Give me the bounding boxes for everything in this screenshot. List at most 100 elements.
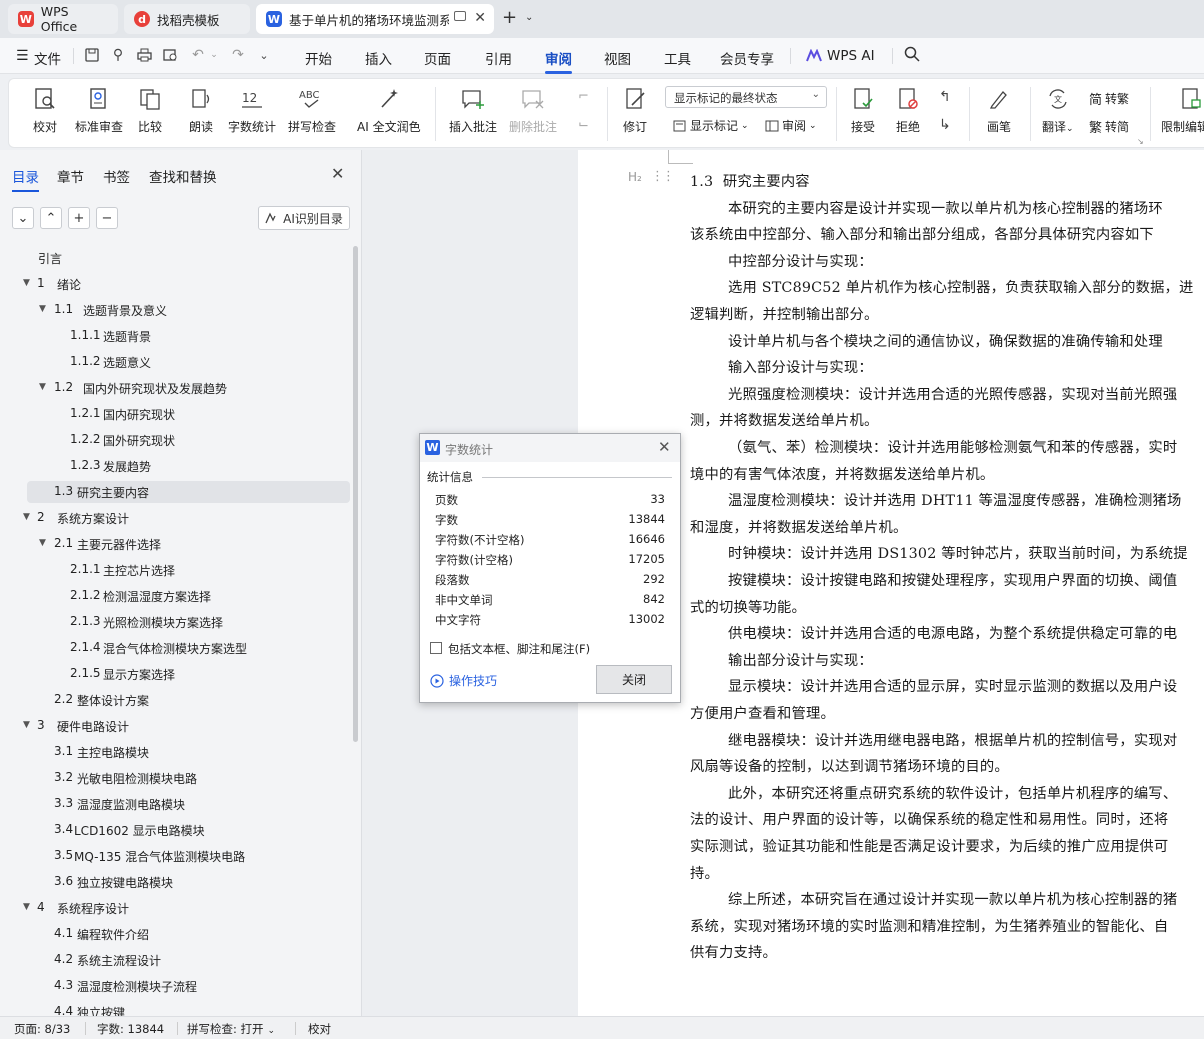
print-preview-icon[interactable]: [161, 46, 179, 64]
new-tab-icon[interactable]: +: [502, 9, 517, 27]
menu-review[interactable]: 审阅: [545, 48, 572, 74]
standard-review-button[interactable]: 标准审查: [75, 85, 123, 135]
read-aloud-button[interactable]: 朗读: [187, 85, 215, 135]
toc-item[interactable]: 2.1.5 显示方案选择: [0, 666, 350, 684]
scrollbar[interactable]: [353, 246, 358, 742]
close-icon[interactable]: ✕: [474, 10, 486, 26]
toc-item[interactable]: ▼ 4 系统程序设计: [0, 900, 350, 918]
next-comment-icon[interactable]: ⌙: [578, 117, 589, 132]
review-pane-button[interactable]: 审阅 ⌄: [765, 117, 817, 134]
menu-view[interactable]: 视图: [604, 48, 631, 68]
to-simplified-button[interactable]: 繁转简: [1089, 117, 1129, 136]
page-indicator[interactable]: 页面: 8/33: [14, 1021, 70, 1037]
insert-comment-button[interactable]: 插入批注: [449, 85, 497, 135]
share-icon[interactable]: ⚲: [109, 46, 127, 64]
previous-comment-icon[interactable]: ⌐: [578, 89, 589, 104]
remove-heading-button[interactable]: −: [96, 207, 118, 229]
reject-button[interactable]: 拒绝: [894, 85, 922, 135]
tab-find-replace[interactable]: 查找和替换: [149, 166, 217, 186]
expand-toggle-icon[interactable]: ▼: [23, 278, 30, 288]
ai-toc-button[interactable]: AI识别目录: [258, 206, 350, 230]
word-count-button[interactable]: 12 字数统计: [228, 85, 276, 135]
close-icon[interactable]: ✕: [331, 164, 344, 183]
toc-item[interactable]: 1.1.2 选题意义: [0, 354, 350, 372]
toc-item[interactable]: 3.4 LCD1602 显示电路模块: [0, 822, 350, 840]
toc-item[interactable]: 1.2.3 发展趋势: [0, 458, 350, 476]
delete-comment-button[interactable]: 删除批注: [509, 85, 557, 135]
proofread-button[interactable]: 校对: [31, 85, 59, 135]
collapse-all-button[interactable]: ⌄: [12, 207, 34, 229]
menu-member[interactable]: 会员专享: [720, 48, 774, 68]
expand-toggle-icon[interactable]: ▼: [23, 512, 30, 522]
tab-template[interactable]: d 找稻壳模板: [124, 4, 250, 34]
print-icon[interactable]: [135, 46, 153, 64]
expand-up-button[interactable]: ⌃: [40, 207, 62, 229]
toc-item[interactable]: ▼ 2 系统方案设计: [0, 510, 350, 528]
show-markup-button[interactable]: 显示标记 ⌄: [673, 117, 749, 134]
toc-item[interactable]: 1.3 研究主要内容: [0, 484, 350, 502]
toc-item[interactable]: ▼ 3 硬件电路设计: [0, 718, 350, 736]
toc-item[interactable]: 3.3 温湿度监测电路模块: [0, 796, 350, 814]
toc-item[interactable]: ▼ 1 绪论: [0, 276, 350, 294]
include-textbox-checkbox[interactable]: [430, 642, 442, 654]
expand-toggle-icon[interactable]: ▼: [23, 720, 30, 730]
hamburger-icon[interactable]: ☰: [16, 48, 29, 64]
translate-button[interactable]: 文 翻译⌄: [1042, 85, 1074, 135]
toc-item[interactable]: 4.1 编程软件介绍: [0, 926, 350, 944]
toc-item[interactable]: 3.1 主控电路模块: [0, 744, 350, 762]
spell-check-indicator[interactable]: 拼写检查: 打开 ⌄: [187, 1021, 275, 1037]
close-button[interactable]: 关闭: [596, 665, 672, 694]
to-traditional-button[interactable]: 简转繁: [1089, 89, 1129, 108]
next-change-icon[interactable]: ↳: [939, 117, 951, 133]
previous-change-icon[interactable]: ↰: [939, 89, 951, 105]
close-icon[interactable]: ✕: [658, 438, 671, 456]
drag-handle-icon[interactable]: ⋮⋮: [651, 169, 675, 184]
toc-item[interactable]: 2.1.2 检测温湿度方案选择: [0, 588, 350, 606]
restrict-edit-button[interactable]: 限制编辑: [1161, 85, 1204, 135]
pen-button[interactable]: 画笔: [985, 85, 1013, 135]
toc-item[interactable]: 1.2.1 国内研究现状: [0, 406, 350, 424]
search-icon[interactable]: [904, 46, 920, 65]
dialog-titlebar[interactable]: W 字数统计 ✕: [420, 434, 680, 462]
toc-item[interactable]: 3.5 MQ-135 混合气体监测模块电路: [0, 848, 350, 866]
spell-check-button[interactable]: ABC 拼写检查: [288, 85, 336, 135]
accept-button[interactable]: 接受: [849, 85, 877, 135]
toc-item[interactable]: ▼ 1.2 国内外研究现状及发展趋势: [0, 380, 350, 398]
toc-item[interactable]: ▼ 1.1 选题背景及意义: [0, 302, 350, 320]
track-changes-button[interactable]: 修订: [621, 85, 649, 135]
menu-insert[interactable]: 插入: [365, 48, 392, 68]
monitor-icon[interactable]: [454, 11, 466, 21]
menu-page[interactable]: 页面: [424, 48, 451, 68]
toc-item[interactable]: 2.1.4 混合气体检测模块方案选型: [0, 640, 350, 658]
toc-item[interactable]: 2.1.1 主控芯片选择: [0, 562, 350, 580]
tips-link[interactable]: 操作技巧: [430, 672, 497, 689]
toc-item[interactable]: 4.3 温湿度检测模块子流程: [0, 978, 350, 996]
menu-file[interactable]: 文件: [34, 48, 61, 68]
expand-toggle-icon[interactable]: ▼: [39, 382, 46, 392]
toc-item[interactable]: ▼ 2.1 主要元器件选择: [0, 536, 350, 554]
add-heading-button[interactable]: +: [68, 207, 90, 229]
chevron-down-icon[interactable]: ⌄: [205, 46, 223, 64]
ai-polish-button[interactable]: AI 全文润色: [357, 85, 421, 135]
toc-item[interactable]: 2.1.3 光照检测模块方案选择: [0, 614, 350, 632]
toc-item[interactable]: 3.6 独立按键电路模块: [0, 874, 350, 892]
toc-item[interactable]: 2.2 整体设计方案: [0, 692, 350, 710]
more-chevron-icon[interactable]: ⌄: [255, 46, 273, 64]
menu-references[interactable]: 引用: [485, 48, 512, 68]
menu-start[interactable]: 开始: [305, 48, 332, 68]
toc-item[interactable]: 1.2.2 国外研究现状: [0, 432, 350, 450]
expand-toggle-icon[interactable]: ▼: [23, 902, 30, 912]
tab-document[interactable]: W 基于单片机的猪场环境监测系 ✕: [256, 4, 494, 34]
markup-mode-select[interactable]: 显示标记的最终状态 ⌄: [665, 86, 827, 108]
tab-chapters[interactable]: 章节: [57, 166, 84, 186]
menu-tools[interactable]: 工具: [664, 48, 691, 68]
word-count-indicator[interactable]: 字数: 13844: [97, 1021, 164, 1037]
compare-button[interactable]: 比较: [136, 85, 164, 135]
expand-toggle-icon[interactable]: ▼: [39, 304, 46, 314]
heading-level-marker[interactable]: H₂: [628, 170, 642, 184]
tab-wps-office[interactable]: W WPS Office: [8, 4, 118, 34]
expand-toggle-icon[interactable]: ▼: [39, 538, 46, 548]
chevron-down-icon[interactable]: ⌄: [525, 12, 533, 23]
proofread-indicator[interactable]: 校对: [308, 1021, 331, 1037]
redo-icon[interactable]: ↷: [229, 46, 247, 64]
